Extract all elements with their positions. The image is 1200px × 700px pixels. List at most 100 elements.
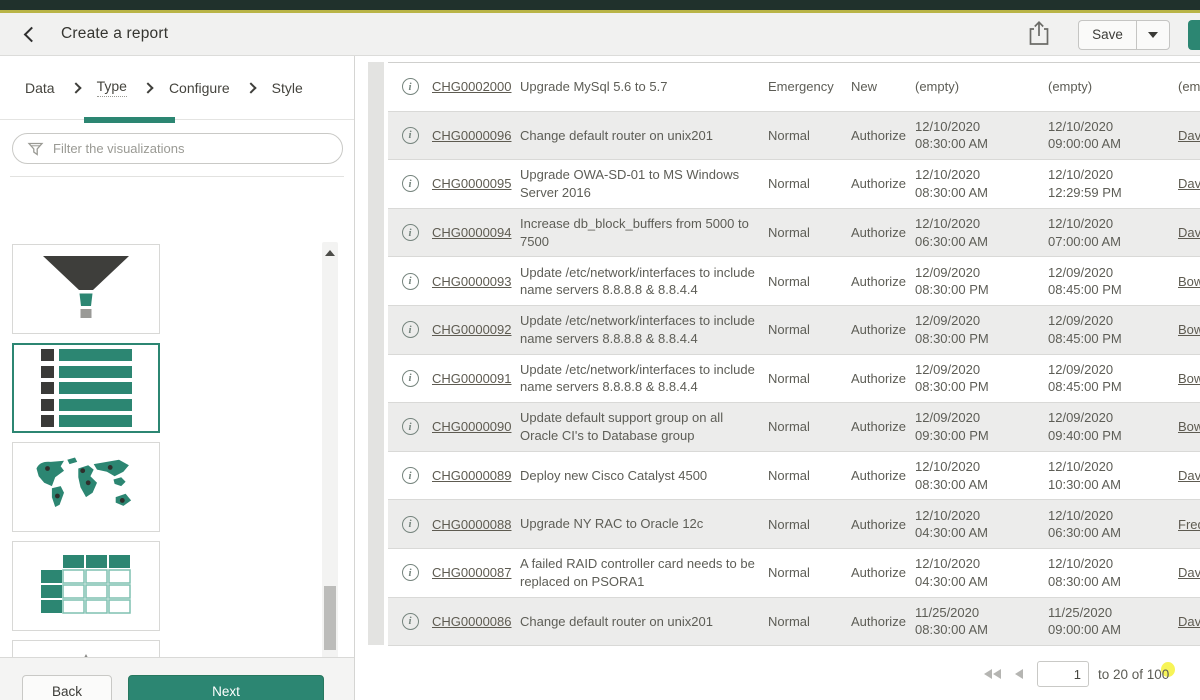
planned-start-date: 12/10/2020 08:30:00 AM <box>915 166 1048 201</box>
report-wizard-sidebar: Data Type Configure Style <box>0 56 355 700</box>
viz-list[interactable] <box>12 343 160 433</box>
planned-end-date: 12/09/2020 08:45:00 PM <box>1048 312 1178 347</box>
change-number-link[interactable]: CHG0000088 <box>432 517 512 532</box>
table-row[interactable]: i CHG0002000 Upgrade MySql 5.6 to 5.7 Em… <box>388 63 1200 112</box>
change-number-link[interactable]: CHG0000091 <box>432 371 512 386</box>
planned-start-date: 12/09/2020 08:30:00 PM <box>915 312 1048 347</box>
table-row[interactable]: i CHG0000094 Increase db_block_buffers f… <box>388 209 1200 258</box>
change-number-link[interactable]: CHG0000086 <box>432 614 512 629</box>
table-row[interactable]: i CHG0000087 A failed RAID controller ca… <box>388 549 1200 598</box>
assigned-to-link[interactable]: David <box>1178 225 1200 240</box>
page-number-input[interactable] <box>1037 661 1089 687</box>
sidebar-scrollbar[interactable] <box>322 242 338 700</box>
change-number-link[interactable]: CHG0000092 <box>432 322 512 337</box>
table-row[interactable]: i CHG0000095 Upgrade OWA-SD-01 to MS Win… <box>388 160 1200 209</box>
partial-insert-button[interactable] <box>1188 20 1200 50</box>
back-arrow-icon[interactable] <box>24 26 40 42</box>
info-icon[interactable]: i <box>402 273 419 290</box>
info-icon[interactable]: i <box>402 613 419 630</box>
share-button[interactable] <box>1028 20 1050 49</box>
change-number-link[interactable]: CHG0000087 <box>432 565 512 580</box>
priority-value: Normal <box>768 322 851 337</box>
short-description: A failed RAID controller card needs to b… <box>520 555 768 590</box>
planned-start-date: 12/10/2020 04:30:00 AM <box>915 507 1048 542</box>
scroll-up-icon[interactable] <box>325 250 335 256</box>
change-number-link[interactable]: CHG0000089 <box>432 468 512 483</box>
change-number-link[interactable]: CHG0000095 <box>432 176 512 191</box>
viz-heatmap[interactable] <box>12 541 160 631</box>
table-row[interactable]: i CHG0000086 Change default router on un… <box>388 598 1200 647</box>
back-button[interactable]: Back <box>22 675 112 700</box>
assigned-to-link[interactable]: Bow <box>1178 371 1200 386</box>
assigned-to-link[interactable]: David <box>1178 128 1200 143</box>
active-step-indicator <box>84 117 175 123</box>
info-icon[interactable]: i <box>402 418 419 435</box>
state-value: Authorize <box>851 371 915 386</box>
chevron-right-icon <box>245 82 256 93</box>
change-number-link[interactable]: CHG0002000 <box>432 79 512 94</box>
info-icon[interactable]: i <box>402 127 419 144</box>
change-number-link[interactable]: CHG0000096 <box>432 128 512 143</box>
short-description: Increase db_block_buffers from 5000 to 7… <box>520 215 768 250</box>
change-number-link[interactable]: CHG0000093 <box>432 274 512 289</box>
chevron-right-icon <box>70 82 81 93</box>
priority-value: Emergency <box>768 79 851 94</box>
info-icon[interactable]: i <box>402 175 419 192</box>
assigned-to-link[interactable]: Bow <box>1178 274 1200 289</box>
priority-value: Normal <box>768 565 851 580</box>
assigned-to-link[interactable]: Bow <box>1178 322 1200 337</box>
app-window: Create a report Save <box>0 0 1200 700</box>
table-row[interactable]: i CHG0000093 Update /etc/network/interfa… <box>388 257 1200 306</box>
state-value: Authorize <box>851 274 915 289</box>
assigned-to-link[interactable]: David <box>1178 176 1200 191</box>
save-dropdown-button[interactable] <box>1136 20 1170 50</box>
save-button[interactable]: Save <box>1078 20 1136 50</box>
assigned-to-link[interactable]: Fred <box>1178 517 1200 532</box>
step-configure[interactable]: Configure <box>169 80 230 96</box>
short-description: Update /etc/network/interfaces to includ… <box>520 312 768 347</box>
filter-visualizations-input[interactable] <box>12 133 343 164</box>
assigned-to-link[interactable]: Bow <box>1178 419 1200 434</box>
state-value: Authorize <box>851 614 915 629</box>
viz-funnel[interactable] <box>12 244 160 334</box>
scrollbar-thumb[interactable] <box>324 586 336 650</box>
step-type[interactable]: Type <box>97 78 127 97</box>
first-page-icon[interactable] <box>984 669 1001 679</box>
change-number-link[interactable]: CHG0000094 <box>432 225 512 240</box>
short-description: Upgrade OWA-SD-01 to MS Windows Server 2… <box>520 166 768 201</box>
previous-page-icon[interactable] <box>1015 669 1023 679</box>
table-row[interactable]: i CHG0000091 Update /etc/network/interfa… <box>388 355 1200 404</box>
change-requests-table: i CHG0002000 Upgrade MySql 5.6 to 5.7 Em… <box>388 62 1200 646</box>
planned-end-date: 12/09/2020 09:40:00 PM <box>1048 409 1178 444</box>
planned-start-date: 12/10/2020 04:30:00 AM <box>915 555 1048 590</box>
info-icon[interactable]: i <box>402 516 419 533</box>
table-row[interactable]: i CHG0000090 Update default support grou… <box>388 403 1200 452</box>
step-style[interactable]: Style <box>272 80 303 96</box>
info-icon[interactable]: i <box>402 564 419 581</box>
info-icon[interactable]: i <box>402 78 419 95</box>
planned-end-date: 12/10/2020 09:00:00 AM <box>1048 118 1178 153</box>
change-number-link[interactable]: CHG0000090 <box>432 419 512 434</box>
table-left-gutter <box>368 62 384 645</box>
info-icon[interactable]: i <box>402 370 419 387</box>
priority-value: Normal <box>768 468 851 483</box>
table-row[interactable]: i CHG0000089 Deploy new Cisco Catalyst 4… <box>388 452 1200 501</box>
info-icon[interactable]: i <box>402 224 419 241</box>
table-row[interactable]: i CHG0000092 Update /etc/network/interfa… <box>388 306 1200 355</box>
assigned-to-link[interactable]: David <box>1178 614 1200 629</box>
planned-start-date: 12/10/2020 08:30:00 AM <box>915 118 1048 153</box>
table-row[interactable]: i CHG0000088 Upgrade NY RAC to Oracle 12… <box>388 500 1200 549</box>
page-header: Create a report Save <box>0 13 1200 56</box>
planned-start-date: 12/09/2020 09:30:00 PM <box>915 409 1048 444</box>
assigned-to-link[interactable]: David <box>1178 468 1200 483</box>
info-icon[interactable]: i <box>402 321 419 338</box>
assigned-to-link[interactable]: David <box>1178 565 1200 580</box>
info-icon[interactable]: i <box>402 467 419 484</box>
planned-start-date: 12/09/2020 08:30:00 PM <box>915 361 1048 396</box>
step-data[interactable]: Data <box>25 80 55 96</box>
next-button[interactable]: Next <box>128 675 324 700</box>
planned-start-date: (empty) <box>915 78 1048 96</box>
viz-map[interactable] <box>12 442 160 532</box>
planned-start-date: 12/10/2020 08:30:00 AM <box>915 458 1048 493</box>
table-row[interactable]: i CHG0000096 Change default router on un… <box>388 112 1200 161</box>
